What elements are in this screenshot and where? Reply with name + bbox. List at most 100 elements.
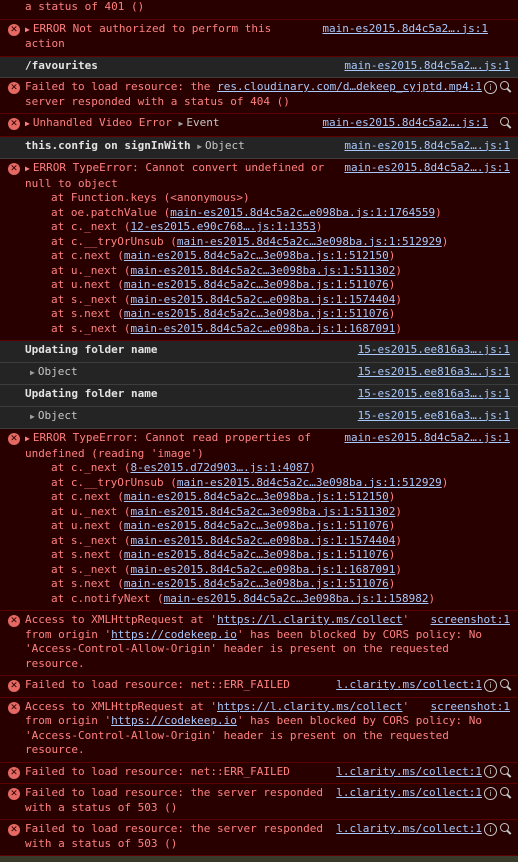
stack-frame-link[interactable]: main-es2015.8d4c5a2c…3e098ba.js:1:512150 — [124, 249, 389, 262]
stack-frame-paren: ) — [441, 234, 449, 248]
console-message-error: ✕ main-es2015.8d4c5a2….js:1 ▶ ERROR TypeE… — [0, 159, 518, 341]
stack-frame-link[interactable]: main-es2015.8d4c5a2c…3e098ba.js:1:511076 — [124, 548, 389, 561]
object-preview[interactable]: ▶ Event — [179, 116, 220, 129]
stack-frame: at Function.keys (<anonymous>) — [25, 191, 488, 206]
stack-frame-paren: ) — [441, 475, 449, 489]
stack-frame: at u._next (main-es2015.8d4c5a2c…3e098ba… — [25, 505, 488, 520]
stack-frame-link[interactable]: main-es2015.8d4c5a2c…3e098ba.js:1:511302 — [130, 264, 395, 277]
source-link[interactable]: main-es2015.8d4c5a2….js:1 — [344, 431, 510, 446]
stack-frame-function: at c.__tryOrUnsub ( — [51, 234, 177, 248]
source-link[interactable]: 15-es2015.ee816a3….js:1 — [358, 365, 510, 380]
object-label: Object — [205, 138, 245, 152]
console-message-error: ✕ i l.clarity.ms/collect:1 Failed to loa… — [0, 784, 518, 820]
info-icon[interactable]: i — [484, 80, 497, 94]
expand-triangle-icon[interactable]: ▶ — [25, 25, 30, 34]
stack-frame-link[interactable]: 8-es2015.d72d903….js:1:4087 — [130, 461, 309, 474]
search-icon[interactable] — [500, 117, 512, 129]
info-icon[interactable]: i — [484, 765, 497, 778]
stack-frame-link[interactable]: main-es2015.8d4c5a2c…3e098ba.js:1:511076 — [124, 577, 389, 590]
search-icon[interactable] — [500, 765, 512, 778]
source-link[interactable]: l.clarity.ms/collect:1 — [336, 786, 482, 801]
stack-frame-link[interactable]: main-es2015.8d4c5a2c…3e098ba.js:1:511076 — [124, 278, 389, 291]
expand-triangle-icon[interactable]: ▶ — [30, 368, 35, 377]
stack-frame-function: at c.next ( — [51, 249, 124, 262]
stack-frame-link[interactable]: main-es2015.8d4c5a2c…3e098ba.js:1:512929 — [177, 476, 442, 489]
console-panel: a status of 401 () ✕ main-es2015.8d4c5a2… — [0, 0, 518, 862]
source-link[interactable]: main-es2015.8d4c5a2….js:1 — [322, 116, 488, 131]
stack-frame-link[interactable]: 12-es2015.e90c768….js:1:1353 — [130, 220, 315, 233]
stack-frame-link[interactable]: main-es2015.8d4c5a2c…e098ba.js:1:1764559 — [170, 206, 435, 219]
source-link[interactable]: screenshot:1 — [431, 613, 510, 628]
stack-frame-link[interactable]: main-es2015.8d4c5a2c…e098ba.js:1:1687091 — [130, 322, 395, 335]
expand-triangle-icon[interactable]: ▶ — [197, 142, 202, 151]
stack-frame-link[interactable]: main-es2015.8d4c5a2c…3e098ba.js:1:158982 — [164, 592, 429, 605]
object-preview[interactable]: ▶ Object — [197, 139, 245, 152]
error-icon: ✕ — [8, 788, 20, 800]
url-link[interactable]: https://l.clarity.ms/collect — [217, 700, 402, 713]
source-link[interactable]: l.clarity.ms/collect:1 — [336, 765, 482, 780]
source-link[interactable]: 15-es2015.ee816a3….js:1 — [358, 343, 510, 358]
stack-frame-link[interactable]: main-es2015.8d4c5a2c…e098ba.js:1:1687091 — [130, 563, 395, 576]
search-icon[interactable] — [500, 679, 512, 691]
url-link[interactable]: https://codekeep.io — [111, 628, 237, 641]
info-icon[interactable]: i — [484, 786, 497, 800]
error-prefix: ERROR — [32, 431, 66, 444]
error-icon: ✕ — [8, 118, 20, 130]
stack-frame-function: at c.next ( — [51, 490, 124, 503]
stack-frame-paren: ) — [395, 562, 403, 576]
stack-frame-link[interactable]: main-es2015.8d4c5a2c…3e098ba.js:1:511076 — [124, 307, 389, 320]
info-icon[interactable]: i — [484, 822, 497, 836]
expand-triangle-icon[interactable]: ▶ — [179, 119, 184, 128]
expand-triangle-icon[interactable]: ▶ — [30, 412, 35, 421]
stack-frame: at c.next (main-es2015.8d4c5a2c…3e098ba.… — [25, 249, 488, 264]
object-preview[interactable]: ▶ Object — [25, 365, 78, 378]
stack-frame-link[interactable]: main-es2015.8d4c5a2c…e098ba.js:1:1574404 — [130, 293, 395, 306]
stack-frame-link[interactable]: main-es2015.8d4c5a2c…3e098ba.js:1:512150 — [124, 490, 389, 503]
stack-frame: at oe.patchValue (main-es2015.8d4c5a2c…e… — [25, 206, 488, 221]
source-link[interactable]: res.cloudinary.com/d…dekeep_cyjptd.mp4:1 — [217, 80, 482, 95]
source-link[interactable]: screenshot:1 — [431, 700, 510, 715]
search-icon[interactable] — [500, 23, 512, 40]
stack-frame-paren: ) — [395, 504, 403, 518]
expand-triangle-icon[interactable]: ▶ — [25, 164, 30, 173]
stack-frame-link[interactable]: main-es2015.8d4c5a2c…3e098ba.js:1:512929 — [177, 235, 442, 248]
stack-frame-function: at u.next ( — [51, 278, 124, 291]
source-link[interactable]: 15-es2015.ee816a3….js:1 — [358, 409, 510, 424]
stack-frame-link[interactable]: main-es2015.8d4c5a2c…3e098ba.js:1:511076 — [124, 519, 389, 532]
stack-frame-function: at u.next ( — [51, 519, 124, 532]
search-icon[interactable] — [500, 81, 512, 93]
source-link[interactable]: main-es2015.8d4c5a2….js:1 — [344, 139, 510, 154]
message-text: this.config on signInWith — [25, 138, 191, 152]
url-link[interactable]: https://codekeep.io — [111, 714, 237, 727]
source-link[interactable]: 15-es2015.ee816a3….js:1 — [358, 387, 510, 402]
stack-frame-link[interactable]: main-es2015.8d4c5a2c…3e098ba.js:1:511302 — [130, 505, 395, 518]
source-link[interactable]: main-es2015.8d4c5a2….js:1 — [322, 22, 488, 37]
expand-triangle-icon[interactable]: ▶ — [25, 434, 30, 443]
url-link[interactable]: https://l.clarity.ms/collect — [217, 613, 402, 626]
error-icon: ✕ — [8, 766, 20, 779]
object-label: Event — [186, 116, 220, 129]
source-link[interactable]: main-es2015.8d4c5a2….js:1 — [344, 59, 510, 74]
error-icon: ✕ — [8, 82, 20, 94]
expand-triangle-icon[interactable]: ▶ — [25, 119, 30, 128]
console-message-error: ✕ i l.clarity.ms/collect:1 Failed to loa… — [0, 676, 518, 698]
message-text: Access to XMLHttpRequest at ' — [25, 613, 218, 626]
stack-frame-paren: ) — [435, 205, 442, 219]
stack-frame-function: at s._next ( — [51, 562, 131, 576]
console-message-error: ✕ main-es2015.8d4c5a2….js:1 ▶ Unhandled V… — [0, 114, 518, 137]
search-icon[interactable] — [500, 787, 512, 799]
source-link[interactable]: main-es2015.8d4c5a2….js:1 — [344, 161, 510, 176]
message-tools: i — [484, 678, 512, 693]
stack-frame: at c.__tryOrUnsub (main-es2015.8d4c5a2c…… — [25, 235, 488, 250]
message-text: Updating folder name — [25, 343, 158, 356]
search-icon[interactable] — [500, 823, 512, 835]
stack-frame-function: at s._next ( — [51, 533, 131, 547]
stack-frame: at s.next (main-es2015.8d4c5a2c…3e098ba.… — [25, 307, 488, 322]
info-icon[interactable]: i — [484, 678, 497, 692]
error-prefix: ERROR — [32, 161, 66, 174]
object-label: Object — [37, 364, 78, 378]
source-link[interactable]: l.clarity.ms/collect:1 — [336, 822, 482, 837]
source-link[interactable]: l.clarity.ms/collect:1 — [336, 678, 482, 693]
stack-frame-link[interactable]: main-es2015.8d4c5a2c…e098ba.js:1:1574404 — [130, 534, 395, 547]
object-preview[interactable]: ▶ Object — [25, 409, 78, 422]
